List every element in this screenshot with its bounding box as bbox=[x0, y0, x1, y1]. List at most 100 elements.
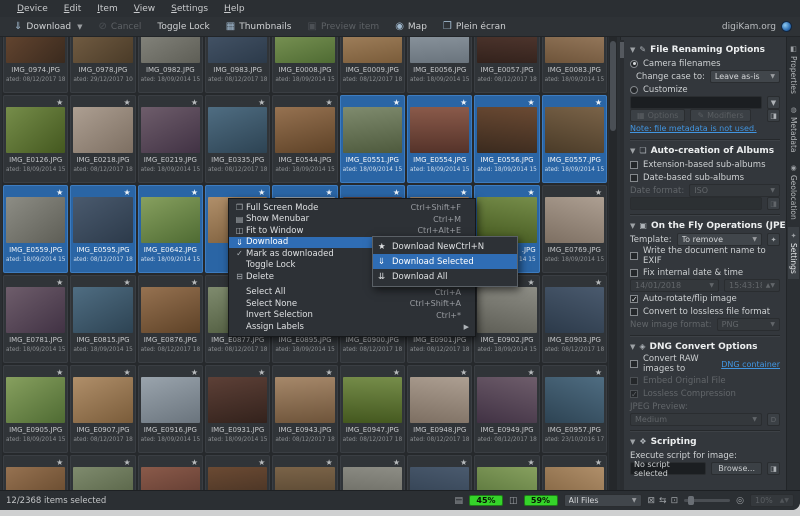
thumbnail-item[interactable]: ★IMG_E0931.JPGated: 18/09/2014 15 bbox=[205, 365, 270, 453]
insert-icon[interactable]: ◨ bbox=[767, 109, 780, 122]
thumbnail-item[interactable]: ★IMG_E0781.JPGated: 18/09/2014 15 bbox=[3, 275, 68, 363]
grid-scrollbar[interactable] bbox=[609, 37, 617, 490]
rename-pattern-input[interactable] bbox=[630, 96, 762, 109]
checkbox-unchecked[interactable] bbox=[630, 252, 638, 260]
thumbnail-item[interactable]: ★IMG_E0916.JPGated: 18/09/2014 15 bbox=[138, 365, 203, 453]
thumbnail-item[interactable]: ★ bbox=[3, 455, 68, 490]
menu-edit[interactable]: Edit bbox=[57, 2, 88, 16]
thumbnail-item[interactable]: ★IMG_E0057.JPGated: 08/12/2017 18 bbox=[474, 37, 539, 93]
grid-scrollbar-handle[interactable] bbox=[610, 41, 616, 131]
menu-view[interactable]: View bbox=[127, 2, 162, 16]
browse-button[interactable]: Browse... bbox=[711, 462, 762, 475]
thumbnail-item[interactable]: ★IMG_0974.JPGated: 08/12/2017 18 bbox=[3, 37, 68, 93]
thumbnail-item[interactable]: ★ bbox=[205, 455, 270, 490]
thumbnail-item[interactable]: ★IMG_E0943.JPGated: 08/12/2017 18 bbox=[272, 365, 337, 453]
chevron-down-icon[interactable]: ▼ bbox=[767, 96, 780, 109]
zoom-slider[interactable] bbox=[684, 499, 730, 502]
section-header-dng[interactable]: ▼◈DNG Convert Options bbox=[630, 339, 780, 354]
context-menu-item-full-screen-mode[interactable]: ❒Full Screen ModeCtrl+Shift+F bbox=[229, 202, 475, 214]
thumbnail-item[interactable]: ★IMG_E0902.JPGated: 18/09/2014 15 bbox=[474, 275, 539, 363]
radio-unchecked[interactable] bbox=[630, 86, 638, 94]
thumbnail-item[interactable]: ★IMG_E0554.JPGated: 18/09/2014 15 bbox=[407, 95, 472, 183]
thumbnail-item[interactable]: ★IMG_E0903.JPGated: 08/12/2017 18 bbox=[542, 275, 607, 363]
thumbnail-item[interactable]: ★IMG_E0595.JPGated: 08/12/2017 18 bbox=[70, 185, 135, 273]
insert-icon[interactable]: ◨ bbox=[767, 462, 780, 475]
thumbnail-item[interactable]: ★IMG_E0949.JPGated: 08/12/2017 18 bbox=[474, 365, 539, 453]
file-filter-select[interactable]: All Files ▼ bbox=[564, 494, 642, 507]
fit-window-icon[interactable]: ⊡ bbox=[671, 496, 679, 506]
combo-change-case-to-[interactable]: Leave as-is▼ bbox=[710, 70, 780, 83]
combo-template-[interactable]: To remove▼ bbox=[677, 233, 762, 246]
thumbnail-item[interactable]: ★IMG_E0219.JPGated: 18/09/2014 15 bbox=[138, 95, 203, 183]
swap-icon[interactable]: ⇆ bbox=[659, 496, 667, 506]
thumbnail-item[interactable]: ★IMG_E0948.JPGated: 08/12/2017 18 bbox=[407, 365, 472, 453]
thumbnail-item[interactable]: ★IMG_E0056.JPGated: 18/09/2014 15 bbox=[407, 37, 472, 93]
thumbnail-item[interactable]: ★ bbox=[138, 455, 203, 490]
thumbnail-item[interactable]: ★ bbox=[340, 455, 405, 490]
thumbnail-item[interactable]: ★IMG_E0876.JPGated: 08/12/2017 18 bbox=[138, 275, 203, 363]
thumbnail-item[interactable]: ★IMG_0982.JPGated: 18/09/2014 15 bbox=[138, 37, 203, 93]
fit-select-icon[interactable]: ⊠ bbox=[648, 496, 656, 506]
thumbnail-item[interactable]: ★IMG_E0957.JPGated: 23/10/2016 17 bbox=[542, 365, 607, 453]
menu-settings[interactable]: Settings bbox=[164, 2, 215, 16]
section-header-scripting[interactable]: ▼❖Scripting bbox=[630, 434, 780, 449]
checkbox-unchecked[interactable] bbox=[630, 174, 638, 182]
section-header-otf[interactable]: ▼▣On the Fly Operations (JPEG only) bbox=[630, 218, 780, 233]
thumbnail-item[interactable]: ★IMG_E0551.JPGated: 18/09/2014 15 bbox=[340, 95, 405, 183]
checkbox-unchecked[interactable] bbox=[630, 360, 638, 368]
context-menu-item-select-all[interactable]: Select AllCtrl+A bbox=[229, 287, 475, 299]
thumbnail-item[interactable]: ★IMG_0983.JPGated: 08/12/2017 18 bbox=[205, 37, 270, 93]
wrench-icon[interactable]: ✦ bbox=[767, 233, 780, 246]
thumbnail-item[interactable]: ★ bbox=[272, 455, 337, 490]
menu-device[interactable]: Device bbox=[10, 2, 55, 16]
thumbnail-item[interactable]: ★IMG_E0559.JPGated: 18/09/2014 15 bbox=[3, 185, 68, 273]
toolbar-map-button[interactable]: ◉Map bbox=[389, 19, 435, 34]
toolbar-plein-cran-button[interactable]: ❒Plein écran bbox=[437, 19, 514, 34]
info-icon[interactable]: D bbox=[767, 413, 780, 426]
submenu-item-download-new[interactable]: ★Download NewCtrl+N bbox=[373, 239, 517, 254]
tab-properties[interactable]: ◧Properties bbox=[788, 40, 799, 99]
thumbnail-item[interactable]: ★IMG_E0815.JPGated: 18/09/2014 15 bbox=[70, 275, 135, 363]
checkbox-unchecked[interactable] bbox=[630, 161, 638, 169]
sidebar-scrollbar[interactable] bbox=[620, 40, 624, 490]
tab-settings[interactable]: ✦Settings bbox=[788, 227, 799, 279]
section-header-albums[interactable]: ▼❏Auto-creation of Albums bbox=[630, 143, 780, 158]
tab-metadata[interactable]: ◍Metadata bbox=[788, 101, 799, 158]
thumbnail-item[interactable]: ★ bbox=[407, 455, 472, 490]
zoom-slider-handle[interactable] bbox=[688, 496, 694, 505]
thumbnail-item[interactable]: ★IMG_E0642.JPGated: 18/09/2014 15 bbox=[138, 185, 203, 273]
thumbnail-item[interactable]: ★IMG_E0557.JPGated: 18/09/2014 15 bbox=[542, 95, 607, 183]
dng-container-link[interactable]: DNG container bbox=[721, 360, 780, 369]
thumbnail-item[interactable]: ★ bbox=[542, 455, 607, 490]
thumbnail-item[interactable]: ★IMG_E0218.JPGated: 08/12/2017 18 bbox=[70, 95, 135, 183]
thumbnail-item[interactable]: ★IMG_E0905.JPGated: 18/09/2014 15 bbox=[3, 365, 68, 453]
context-menu-item-show-menubar[interactable]: ▤Show MenubarCtrl+M bbox=[229, 214, 475, 226]
context-menu-item-invert-selection[interactable]: Invert SelectionCtrl+* bbox=[229, 310, 475, 322]
toolbar-download-button[interactable]: ⇓Download▼ bbox=[8, 19, 91, 34]
radio-checked[interactable] bbox=[630, 60, 638, 68]
script-path-input[interactable]: No script selected bbox=[630, 462, 706, 475]
toolbar-toggle-lock-button[interactable]: Toggle Lock bbox=[151, 20, 217, 34]
thumbnail-item[interactable]: ★IMG_E0009.JPGated: 08/12/2017 18 bbox=[340, 37, 405, 93]
thumbnail-item[interactable]: ★IMG_E0335.JPGated: 08/12/2017 18 bbox=[205, 95, 270, 183]
thumbnail-item[interactable]: ★IMG_E0947.JPGated: 08/12/2017 18 bbox=[340, 365, 405, 453]
thumbnail-item[interactable]: ★IMG_E0907.JPGated: 08/12/2017 18 bbox=[70, 365, 135, 453]
thumbnail-item[interactable]: ★IMG_0978.JPGated: 29/12/2017 10 bbox=[70, 37, 135, 93]
menu-help[interactable]: Help bbox=[217, 2, 252, 16]
toolbar-thumbnails-button[interactable]: ▦Thumbnails bbox=[220, 19, 300, 34]
thumbnail-item[interactable]: ★ bbox=[70, 455, 135, 490]
thumbnail-item[interactable]: ★IMG_E0556.JPGated: 18/09/2014 15 bbox=[474, 95, 539, 183]
menu-item[interactable]: Item bbox=[90, 2, 125, 16]
thumbnail-item[interactable]: ★IMG_E0126.JPGated: 18/09/2014 15 bbox=[3, 95, 68, 183]
submenu-item-download-all[interactable]: ⇊Download All bbox=[373, 269, 517, 284]
section-header-file-renaming[interactable]: ▼✎File Renaming Options bbox=[630, 42, 780, 57]
tab-geolocation[interactable]: ◉Geolocation bbox=[788, 159, 799, 225]
thumbnail-item[interactable]: ★IMG_E0769.JPGated: 18/09/2014 15 bbox=[542, 185, 607, 273]
thumbnail-item[interactable]: ★IMG_E0083.JPGated: 18/09/2014 15 bbox=[542, 37, 607, 93]
checkbox-unchecked[interactable] bbox=[630, 308, 638, 316]
thumbnail-item[interactable]: ★ bbox=[474, 455, 539, 490]
context-menu-item-select-none[interactable]: Select NoneCtrl+Shift+A bbox=[229, 298, 475, 310]
context-menu-item-fit-to-window[interactable]: ◫Fit to WindowCtrl+Alt+E bbox=[229, 225, 475, 237]
zoom-level-spinbox[interactable]: 10% ▲▼ bbox=[750, 494, 794, 507]
thumbnail-item[interactable]: ★IMG_E0544.JPGated: 18/09/2014 15 bbox=[272, 95, 337, 183]
